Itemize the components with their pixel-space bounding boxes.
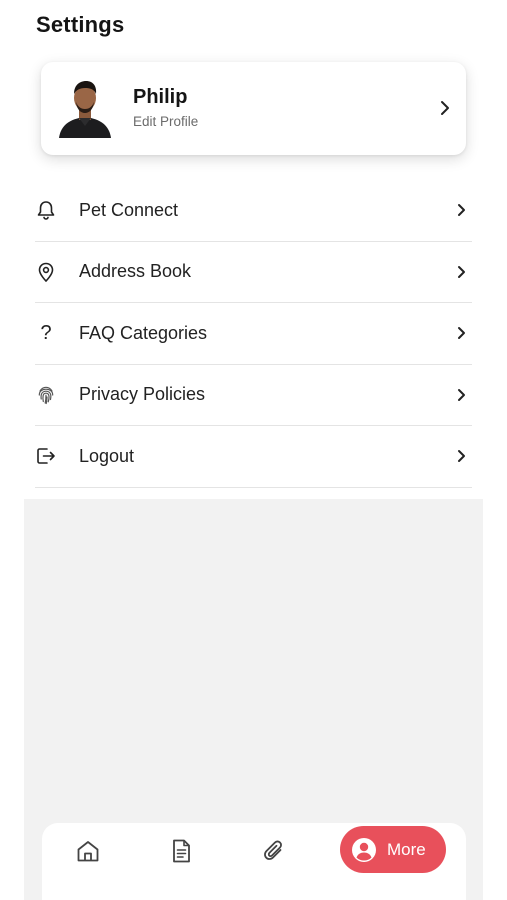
fingerprint-icon [35,384,57,406]
page-title: Settings [36,12,125,37]
menu-item-label: Privacy Policies [79,384,206,405]
paperclip-icon [264,840,282,860]
chevron-right-icon [457,203,466,217]
location-pin-icon [35,261,57,283]
home-icon [77,841,99,862]
nav-home-button[interactable] [72,835,104,867]
chevron-right-icon [457,449,466,463]
document-icon [173,839,190,863]
edit-profile-label: Edit Profile [133,114,199,129]
avatar [57,76,113,138]
nav-attachments-button[interactable] [258,835,290,867]
bell-icon [35,199,57,221]
question-icon: ? [40,321,52,344]
chevron-right-icon [457,326,466,340]
nav-documents-button[interactable] [165,835,197,867]
menu-item-label: Pet Connect [79,199,179,220]
profile-name: Philip [133,86,188,108]
chevron-right-icon [457,388,466,402]
menu-item-privacy-policies[interactable]: Privacy Policies [35,365,472,426]
menu-item-label: Logout [79,445,135,466]
nav-more-label: More [387,840,426,859]
user-circle-icon [350,836,378,864]
nav-more-button[interactable]: More [340,826,446,873]
profile-card[interactable]: Philip Edit Profile [41,62,466,155]
chevron-right-icon [457,265,466,279]
menu-item-faq-categories[interactable]: ? FAQ Categories [35,303,472,365]
bottom-nav: More [42,823,466,900]
logout-icon [35,445,57,467]
chevron-right-icon [440,100,450,116]
menu-item-address-book[interactable]: Address Book [35,242,472,303]
menu-item-pet-connect[interactable]: Pet Connect [35,180,472,242]
menu-item-label: Address Book [79,261,192,282]
menu-item-logout[interactable]: Logout [35,426,472,488]
settings-menu: Pet Connect Address Book ? FAQ Categorie… [35,180,472,488]
menu-item-label: FAQ Categories [79,322,208,343]
